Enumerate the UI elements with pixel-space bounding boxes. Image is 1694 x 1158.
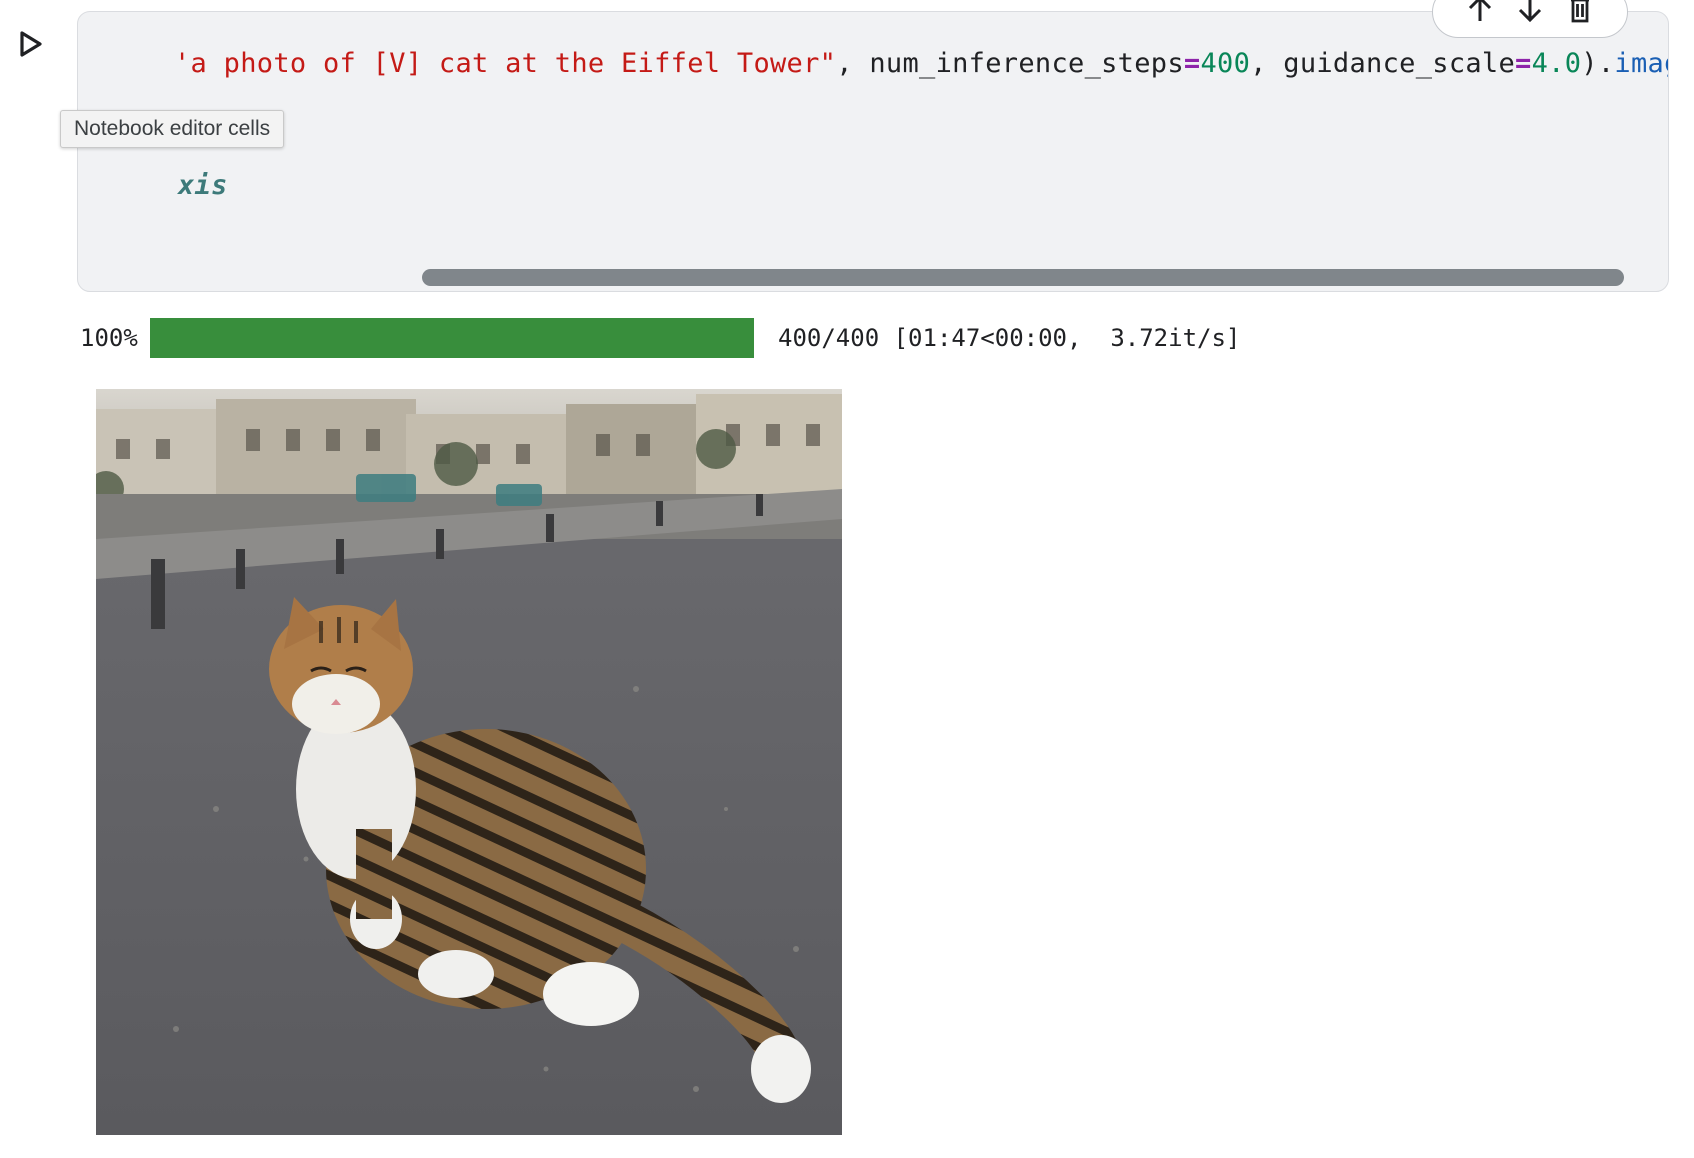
progress-stats: 400/400 [01:47<00:00, 3.72it/s] [778,324,1241,352]
trash-icon [1565,0,1595,29]
run-cell-button[interactable] [12,28,48,64]
code-number: 4.0 [1531,48,1582,79]
arrow-down-icon [1515,0,1545,29]
code-operator: = [1183,48,1201,79]
code-keyword: xis [178,170,228,201]
code-param-name: num_inference_steps [869,48,1184,79]
progress-output: 100% 400/400 [01:47<00:00, 3.72it/s] [80,318,1240,358]
progress-percent: 100% [80,324,138,352]
code-param-name: guidance_scale [1283,48,1516,79]
progress-bar [150,318,754,358]
code-number: 400 [1200,48,1251,79]
code-line: (xis [174,170,228,201]
code-operator: = [1515,48,1532,79]
code-separator: , [836,48,870,79]
play-icon [15,29,45,64]
progress-bar-fill [150,318,754,358]
output-image [96,389,842,1135]
arrow-up-icon [1465,0,1495,29]
move-cell-up-button[interactable] [1463,0,1497,29]
tooltip: Notebook editor cells [60,110,285,148]
code-string-literal: 'a photo of [V] cat at the Eiffel Tower" [174,48,837,79]
cell-toolbar [1432,0,1628,38]
code-cell-editor[interactable]: 'a photo of [V] cat at the Eiffel Tower"… [77,11,1669,292]
code-attribute: images [1614,48,1668,79]
move-cell-down-button[interactable] [1513,0,1547,29]
code-separator: , [1250,48,1284,79]
code-punctuation: ). [1581,48,1615,79]
horizontal-scrollbar[interactable] [422,269,1624,286]
delete-cell-button[interactable] [1563,0,1597,29]
code-line: 'a photo of [V] cat at the Eiffel Tower"… [174,48,1668,79]
